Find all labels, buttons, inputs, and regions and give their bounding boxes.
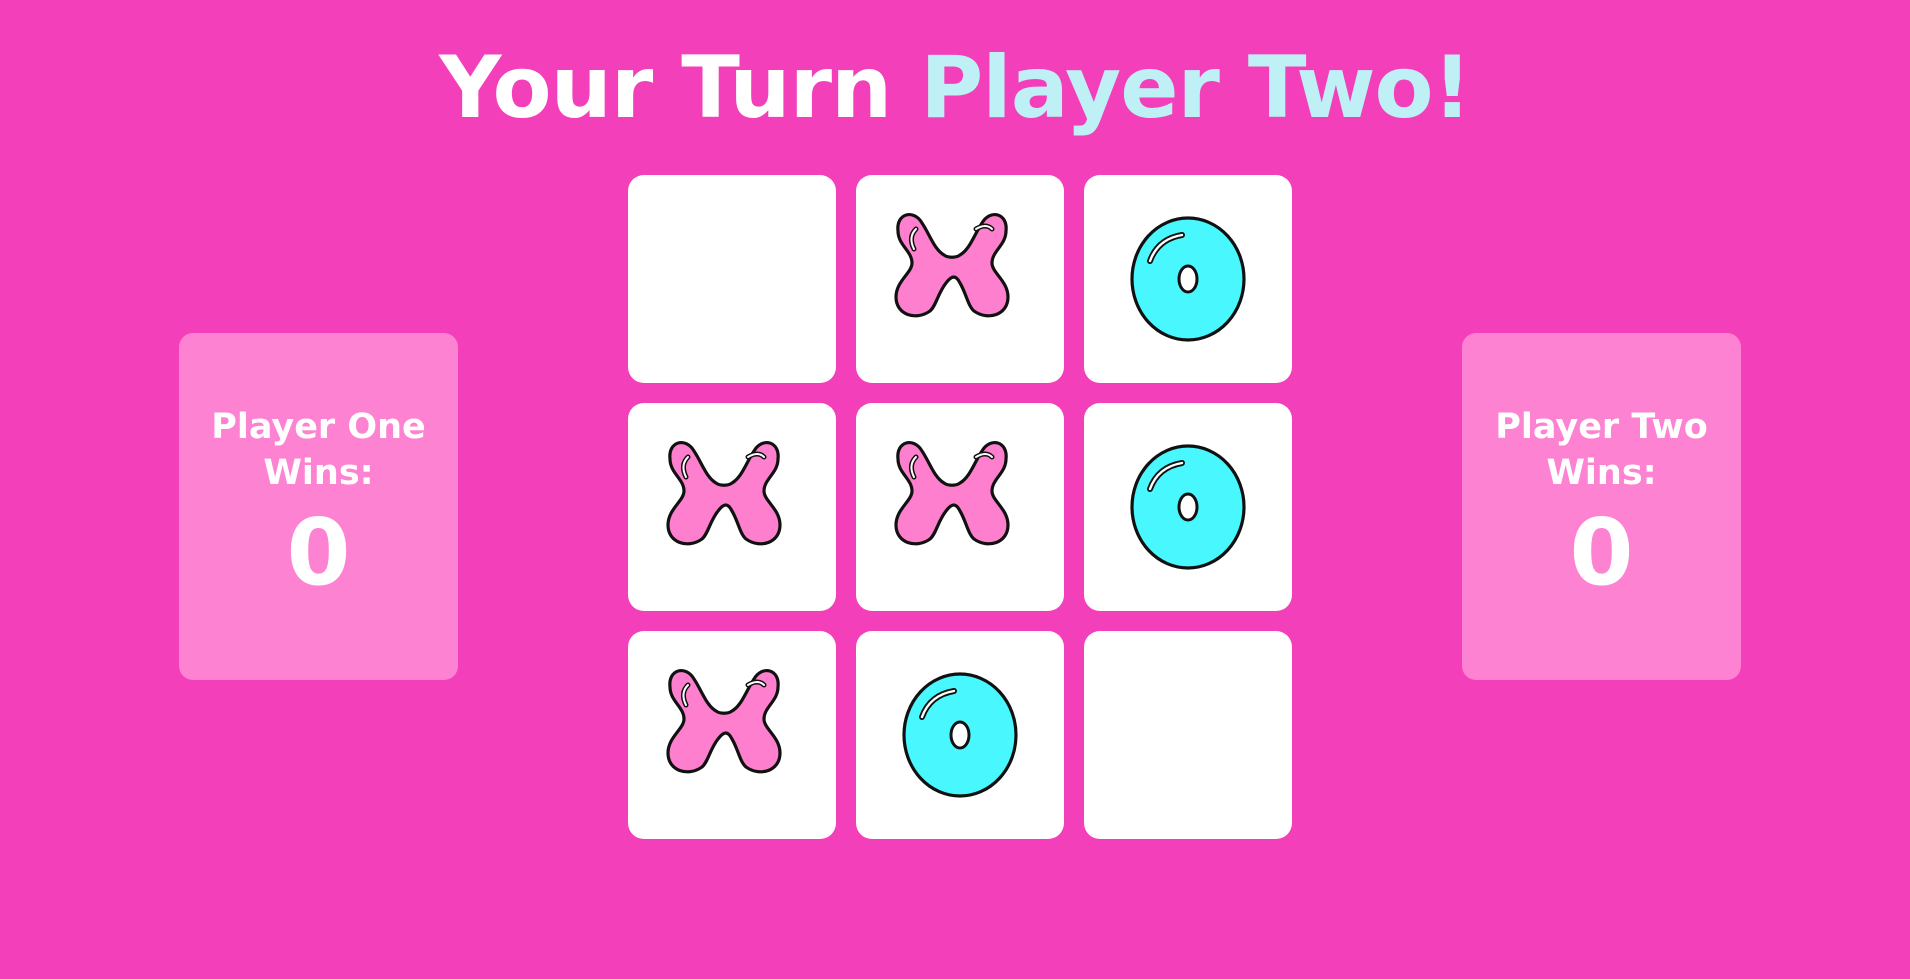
player-two-wins-label: Player Two Wins: [1495, 407, 1708, 493]
turn-title: Your Turn Player Two! [0, 38, 1910, 138]
board-cell-2-1[interactable] [628, 403, 836, 611]
player-one-score-card: Player One Wins: 0 [179, 333, 458, 680]
o-mark-icon [1130, 216, 1246, 342]
player-two-score-card: Player Two Wins: 0 [1462, 333, 1741, 680]
game-board [628, 175, 1292, 839]
current-player-name: Player Two! [920, 38, 1472, 138]
player-one-wins-label: Player One Wins: [211, 407, 426, 493]
board-cell-1-1[interactable] [628, 175, 836, 383]
board-cell-2-3[interactable] [1084, 403, 1292, 611]
x-mark-icon [666, 441, 782, 546]
player-one-wins-count: 0 [286, 499, 351, 606]
o-mark-icon [1130, 444, 1246, 570]
o-mark-icon [902, 672, 1018, 798]
x-mark-icon [894, 441, 1010, 546]
board-cell-3-3[interactable] [1084, 631, 1292, 839]
player-two-wins-count: 0 [1569, 499, 1634, 606]
board-cell-3-2[interactable] [856, 631, 1064, 839]
board-cell-2-2[interactable] [856, 403, 1064, 611]
x-mark-icon [666, 669, 782, 774]
board-cell-3-1[interactable] [628, 631, 836, 839]
board-cell-1-2[interactable] [856, 175, 1064, 383]
x-mark-icon [894, 213, 1010, 318]
board-cell-1-3[interactable] [1084, 175, 1292, 383]
turn-title-prefix: Your Turn [439, 38, 892, 138]
